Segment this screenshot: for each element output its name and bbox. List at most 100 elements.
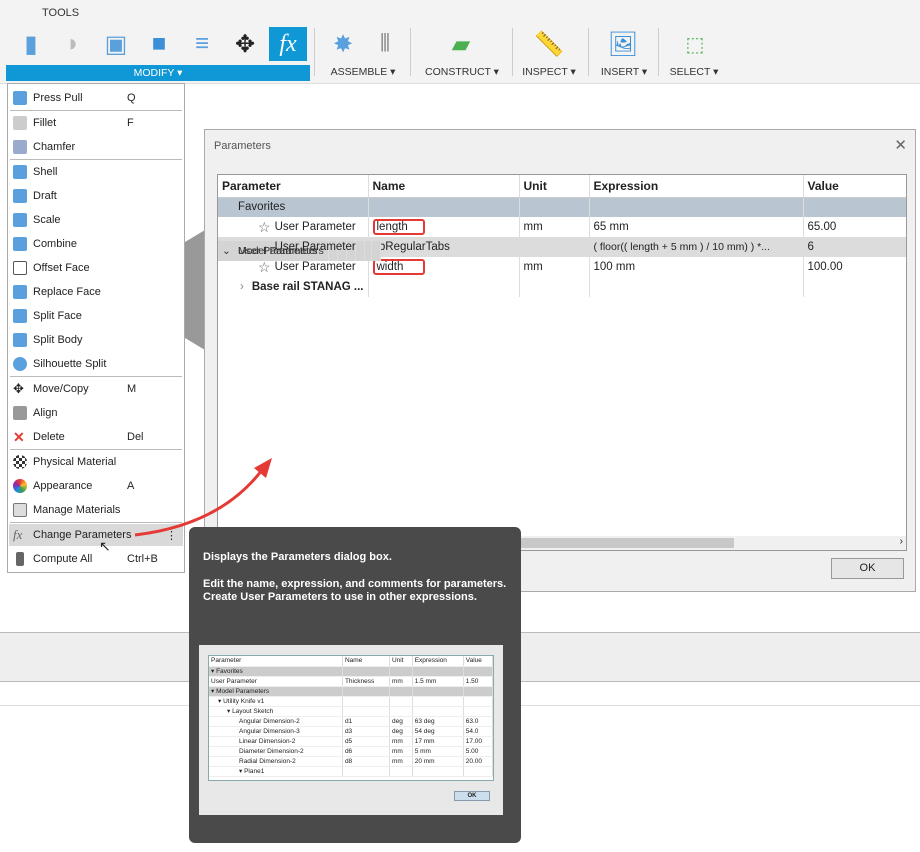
col-name[interactable]: Name xyxy=(368,175,520,198)
menu-item-offset-face[interactable]: Offset Face xyxy=(9,257,183,279)
combine-icon xyxy=(13,237,27,251)
more-options-icon[interactable]: ⋮ xyxy=(153,529,183,542)
manage-materials-icon xyxy=(13,503,27,517)
insert-image-icon[interactable]: 🖼 xyxy=(606,27,640,61)
tooltip-line-1: Displays the Parameters dialog box. xyxy=(203,551,392,563)
col-parameter[interactable]: Parameter xyxy=(218,175,369,198)
tools-tab[interactable]: TOOLS xyxy=(42,7,79,19)
menu-item-press-pull[interactable]: Press Pull Q xyxy=(9,87,183,109)
preview-col: Name xyxy=(342,656,390,667)
table-header: Parameter Name Unit Expression Value xyxy=(218,175,906,198)
select-menu-button[interactable]: SELECT ▾ xyxy=(664,66,724,78)
replace-face-icon xyxy=(13,285,27,299)
table-row[interactable]: ☆ User Parameter length mm 65 mm 65.00 xyxy=(218,217,906,237)
preview-col: Parameter xyxy=(209,656,343,667)
preview-row: User Parameter Thickness mm 1.5 mm 1.50 xyxy=(209,676,493,687)
preview-ok-button: OK xyxy=(454,791,490,801)
menu-item-split-body[interactable]: Split Body xyxy=(9,329,183,351)
col-value[interactable]: Value xyxy=(803,175,906,198)
preview-col: Expression xyxy=(412,656,464,667)
preview-row: ▾ Plane1 xyxy=(209,766,493,777)
menu-item-fillet[interactable]: Fillet F xyxy=(9,112,183,134)
fx-icon: fx xyxy=(13,527,23,542)
tooltip: Displays the Parameters dialog box. Edit… xyxy=(189,527,521,843)
modify-dropdown-menu: Press Pull Q Fillet F Chamfer Shell Draft … xyxy=(7,83,185,573)
menu-item-shell[interactable]: Shell xyxy=(9,161,183,183)
menu-item-physical-material[interactable]: Physical Material xyxy=(9,451,183,473)
split-body-icon xyxy=(13,333,27,347)
press-pull-icon xyxy=(13,91,27,105)
menu-item-compute-all[interactable]: Compute All Ctrl+B xyxy=(9,548,183,570)
scale-icon xyxy=(13,213,27,227)
split-body-icon[interactable]: ≡ xyxy=(185,27,219,61)
traffic-light-icon xyxy=(16,552,24,566)
preview-row: Radial Dimension-2 d8 mm 20 mm 20.00 xyxy=(209,756,493,767)
shell-icon[interactable]: ▣ xyxy=(99,27,133,61)
shell-icon xyxy=(13,165,27,179)
chevron-down-icon[interactable]: ⌄ xyxy=(222,245,234,257)
preview-row: Linear Dimension-2 d5 mm 17 mm 17.00 xyxy=(209,736,493,747)
new-component-icon[interactable]: ✸ xyxy=(326,27,360,61)
move-icon: ✥ xyxy=(13,381,24,396)
favorites-row[interactable]: Favorites xyxy=(218,197,906,217)
name-field[interactable]: width xyxy=(372,259,425,275)
preview-row: Angular Dimension-2 d1 deg 63 deg 63.0 xyxy=(209,716,493,727)
chamfer-icon xyxy=(13,140,27,154)
preview-row: Diameter Dimension-2 d6 mm 5 mm 5.00 xyxy=(209,746,493,757)
select-box-icon[interactable]: ⬚ xyxy=(678,27,712,61)
offset-plane-icon[interactable]: ▰ xyxy=(444,27,478,61)
preview-row: ▾ Favorites xyxy=(209,666,493,677)
star-icon[interactable]: ☆ xyxy=(258,219,271,236)
measure-icon[interactable]: 📏 xyxy=(532,27,566,61)
ok-button[interactable]: OK xyxy=(831,558,904,579)
menu-item-scale[interactable]: Scale xyxy=(9,209,183,231)
menu-item-silhouette-split[interactable]: Silhouette Split xyxy=(9,353,183,375)
combine-icon[interactable]: ■ xyxy=(142,27,176,61)
offset-face-icon xyxy=(13,261,27,275)
modify-menu-button[interactable]: MODIFY ▾ xyxy=(6,65,310,81)
assemble-menu-button[interactable]: ASSEMBLE ▾ xyxy=(318,66,408,78)
dialog-title: Parameters xyxy=(214,140,271,152)
menu-item-align[interactable]: Align xyxy=(9,402,183,424)
scroll-right-icon[interactable]: › xyxy=(900,536,903,547)
preview-col: Unit xyxy=(389,656,413,667)
split-face-icon xyxy=(13,309,27,323)
close-icon[interactable]: ✕ xyxy=(894,136,907,154)
align-icon xyxy=(13,406,27,420)
chevron-right-icon[interactable]: › xyxy=(240,281,248,293)
preview-row: ▾ Model Parameters xyxy=(209,686,493,697)
menu-item-appearance[interactable]: Appearance A xyxy=(9,475,183,497)
menu-item-draft[interactable]: Draft xyxy=(9,185,183,207)
parameters-dialog: Parameters ✕ Parameter Name Unit Express… xyxy=(204,129,916,592)
menu-item-chamfer[interactable]: Chamfer xyxy=(9,136,183,158)
menu-item-replace-face[interactable]: Replace Face xyxy=(9,281,183,303)
fillet-icon[interactable]: ◗ xyxy=(56,27,90,61)
insert-menu-button[interactable]: INSERT ▾ xyxy=(594,66,654,78)
inspect-menu-button[interactable]: INSPECT ▾ xyxy=(516,66,582,78)
table-row[interactable]: › Base rail STANAG ... xyxy=(218,277,906,297)
toolbar: TOOLS ▮ ◗ ▣ ■ ≡ ✥ fx MODIFY ▾ ✸ ⫴ ASSEMB… xyxy=(0,0,920,84)
preview-row: Angular Dimension-3 d3 deg 54 deg 54.0 xyxy=(209,726,493,737)
physical-material-icon xyxy=(13,455,27,469)
name-field[interactable]: length xyxy=(372,219,425,235)
preview-row: ▾ Utility Knife v1 xyxy=(209,696,493,707)
col-unit[interactable]: Unit xyxy=(519,175,590,198)
menu-item-move-copy[interactable]: ✥ Move/Copy M xyxy=(9,378,183,400)
star-icon[interactable]: ☆ xyxy=(258,259,271,276)
tooltip-preview-image: Parameter Name Unit Expression Value ▾ Favori… xyxy=(199,645,503,815)
joint-icon[interactable]: ⫴ xyxy=(368,27,402,61)
menu-item-change-parameters[interactable]: fx Change Parameters ⋮ xyxy=(9,524,183,546)
press-pull-icon[interactable]: ▮ xyxy=(14,27,48,61)
menu-item-split-face[interactable]: Split Face xyxy=(9,305,183,327)
col-expression[interactable]: Expression xyxy=(589,175,804,198)
tooltip-line-2: Edit the name, expression, and comments … xyxy=(203,578,507,603)
menu-item-manage-materials[interactable]: Manage Materials xyxy=(9,499,183,521)
move-icon[interactable]: ✥ xyxy=(228,27,262,61)
menu-item-delete[interactable]: ✕ Delete Del xyxy=(9,426,183,448)
appearance-icon xyxy=(13,479,27,493)
fillet-icon xyxy=(13,116,27,130)
menu-item-combine[interactable]: Combine xyxy=(9,233,183,255)
construct-menu-button[interactable]: CONSTRUCT ▾ xyxy=(414,66,510,78)
fx-parameters-icon[interactable]: fx xyxy=(269,27,307,61)
preview-col: Value xyxy=(463,656,493,667)
